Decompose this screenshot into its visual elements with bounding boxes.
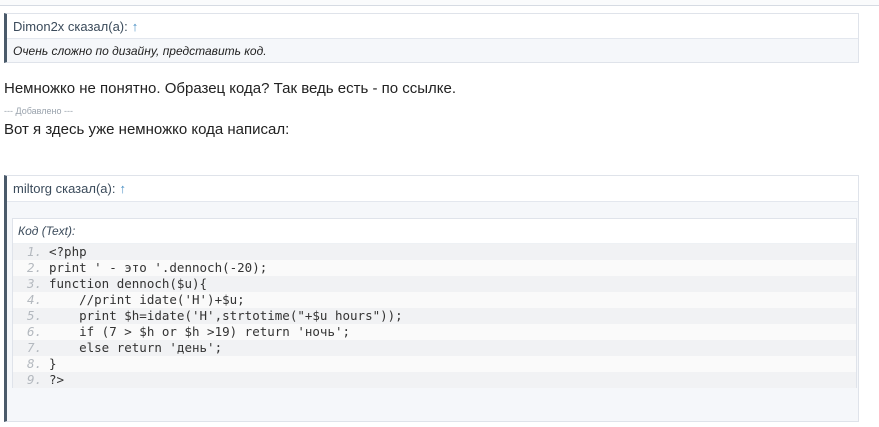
- code-line: 1. <?php: [13, 244, 856, 260]
- jump-to-quote-arrow-icon[interactable]: ↑: [132, 19, 139, 34]
- quote-header: miltorg сказал(а): ↑: [7, 176, 858, 202]
- jump-to-quote-arrow-icon[interactable]: ↑: [119, 181, 126, 196]
- added-separator: --- Добавлено ---: [4, 106, 73, 116]
- code-line: 5. print $h=idate('H',strtotime("+$u hou…: [13, 308, 856, 324]
- quote-header: Dimon2x сказал(а): ↑: [7, 14, 858, 39]
- message-text: Немножко не понятно. Образец кода? Так в…: [4, 80, 457, 97]
- line-number: 8.: [26, 356, 42, 371]
- code-line: 2. print ' - это '.dennoch(-20);: [13, 260, 856, 276]
- code-block: Код (Text): 1. <?php 2. print ' - это '.de…: [12, 218, 857, 388]
- code-source: function dennoch($u){: [49, 276, 208, 291]
- message-text: Вот я здесь уже немножко кода написал:: [4, 121, 290, 138]
- code-source: //print idate('H')+$u;: [49, 292, 245, 307]
- code-line: 3. function dennoch($u){: [13, 276, 856, 292]
- code-source: else return 'день';: [49, 340, 223, 355]
- line-number: 1.: [26, 244, 42, 259]
- line-number: 6.: [26, 324, 42, 339]
- line-number: 5.: [26, 308, 42, 323]
- line-number: 3.: [26, 276, 42, 291]
- quote-text: Очень сложно по дизайну, представить код…: [13, 44, 267, 58]
- top-divider: [0, 0, 879, 6]
- line-number: 4.: [26, 292, 42, 307]
- code-line: 8.}: [13, 356, 856, 372]
- quote-block: miltorg сказал(а): ↑ Код (Text): 1. <?php …: [4, 175, 859, 422]
- code-source: }: [49, 356, 57, 371]
- code-source: <?php: [49, 244, 87, 259]
- quote-author: miltorg сказал(а):: [13, 181, 116, 196]
- code-line: 4. //print idate('H')+$u;: [13, 292, 856, 308]
- code-lines[interactable]: 1. <?php 2. print ' - это '.dennoch(-20); …: [13, 244, 856, 388]
- code-line: 6. if (7 > $h or $h >19) return 'ночь';: [13, 324, 856, 340]
- code-line: 7. else return 'день';: [13, 340, 856, 356]
- code-source: print $h=idate('H',strtotime("+$u hours"…: [49, 308, 403, 323]
- code-source: print ' - это '.dennoch(-20);: [49, 260, 268, 275]
- quote-block: Dimon2x сказал(а): ↑ Очень сложно по диза…: [4, 13, 859, 63]
- code-line: 9. ?>: [13, 372, 856, 388]
- line-number: 7.: [26, 340, 42, 355]
- code-source: if (7 > $h or $h >19) return 'ночь';: [49, 324, 351, 339]
- code-source: ?>: [49, 372, 65, 387]
- line-number: 9.: [26, 372, 42, 387]
- quote-author: Dimon2x сказал(а):: [13, 19, 128, 34]
- line-number: 2.: [26, 260, 42, 275]
- code-title: Код (Text):: [13, 219, 856, 244]
